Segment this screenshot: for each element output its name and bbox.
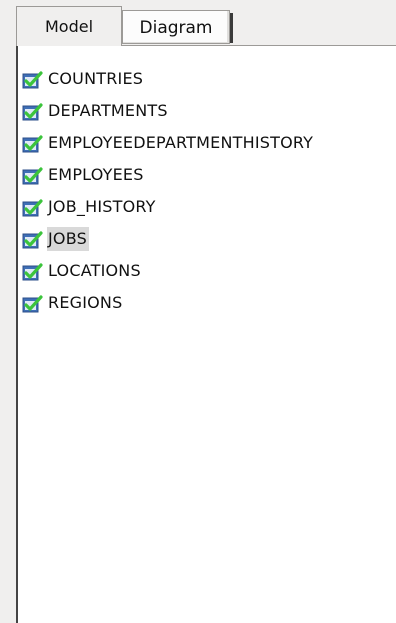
checkbox-checked-icon[interactable]: [22, 229, 44, 249]
checkbox-checked-icon[interactable]: [22, 293, 44, 313]
tree-item-label: LOCATIONS: [48, 261, 141, 280]
tree-item-label: EMPLOYEES: [48, 165, 144, 184]
tree-item-job-history[interactable]: JOB_HISTORY: [18, 191, 315, 223]
tab-bar: Model Diagram: [16, 6, 396, 46]
tree-item-jobs[interactable]: JOBS: [18, 223, 315, 255]
tree-item-label: EMPLOYEEDEPARTMENTHISTORY: [48, 133, 314, 152]
tree-item-locations[interactable]: LOCATIONS: [18, 255, 315, 287]
checkbox-checked-icon[interactable]: [22, 101, 44, 121]
tab-diagram[interactable]: Diagram: [122, 10, 233, 44]
tree-item-label: DEPARTMENTS: [48, 101, 168, 120]
tree-item-label: JOB_HISTORY: [48, 197, 156, 216]
table-list: COUNTRIES DEPARTMENTS EMPLOYEEDEPARTMENT…: [18, 63, 315, 319]
checkbox-checked-icon[interactable]: [22, 261, 44, 281]
tree-item-label: COUNTRIES: [48, 69, 144, 88]
tree-item-departments[interactable]: DEPARTMENTS: [18, 95, 315, 127]
checkbox-checked-icon[interactable]: [22, 197, 44, 217]
tree-item-employees[interactable]: EMPLOYEES: [18, 159, 315, 191]
tree-item-employeedepartmenthistory[interactable]: EMPLOYEEDEPARTMENTHISTORY: [18, 127, 315, 159]
tree-item-label: REGIONS: [48, 293, 123, 312]
tab-model[interactable]: Model: [16, 6, 122, 46]
tree-item-countries[interactable]: COUNTRIES: [18, 63, 315, 95]
checkbox-checked-icon[interactable]: [22, 69, 44, 89]
model-tree-panel: COUNTRIES DEPARTMENTS EMPLOYEEDEPARTMENT…: [16, 45, 396, 623]
tree-item-label: JOBS: [47, 227, 89, 251]
checkbox-checked-icon[interactable]: [22, 165, 44, 185]
tree-item-regions[interactable]: REGIONS: [18, 287, 315, 319]
checkbox-checked-icon[interactable]: [22, 133, 44, 153]
